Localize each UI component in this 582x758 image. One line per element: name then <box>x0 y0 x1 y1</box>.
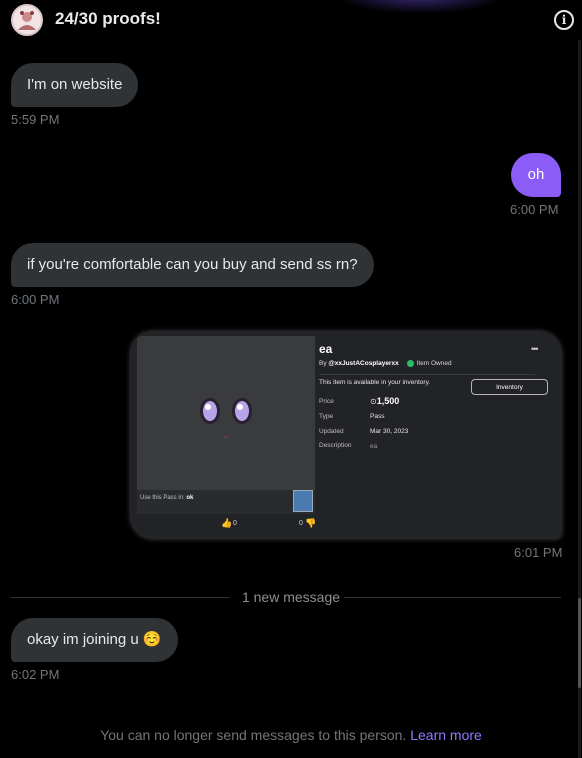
message-timestamp: 6:00 PM <box>510 202 559 217</box>
avatar-image <box>13 6 41 34</box>
availability-text: This item is available in your inventory… <box>319 379 431 386</box>
description-value: ea <box>370 443 378 450</box>
avatar[interactable] <box>11 4 43 36</box>
type-value: Pass <box>370 413 385 420</box>
use-pass-bar: Use this Pass in: ok <box>137 490 315 514</box>
downvote-count: 0 <box>299 520 303 527</box>
thumbs-up-icon: 👍 <box>221 518 233 528</box>
inventory-button: Inventory <box>471 379 548 395</box>
message-timestamp: 6:02 PM <box>11 667 60 682</box>
game-thumbnail <box>293 490 313 512</box>
description-label: Description <box>319 442 352 449</box>
separator-line-right <box>344 597 561 598</box>
updated-value: Mar 30, 2023 <box>370 428 409 435</box>
message-text: oh <box>527 166 545 183</box>
use-pass-text: Use this Pass in: ok <box>140 495 194 501</box>
message-text: I'm on website <box>27 76 123 93</box>
check-icon <box>406 360 414 367</box>
message-bubble-incoming[interactable]: okay im joining u ☺️ <box>11 618 178 662</box>
conversation-header: 24/30 proofs! i <box>0 0 582 40</box>
scrollbar-thumb[interactable] <box>578 598 581 688</box>
image-attachment[interactable]: Use this Pass in: ok 👍 0 0 👎 ea ••• By @… <box>131 332 561 538</box>
item-name: ea <box>319 342 333 356</box>
info-icon[interactable]: i <box>554 10 574 30</box>
item-details: ea ••• By @xxJustACosplayerxx Item Owned… <box>319 336 555 526</box>
messaging-disabled-notice: You can no longer send messages to this … <box>100 727 482 743</box>
creator-line: By @xxJustACosplayerxx Item Owned <box>319 360 452 368</box>
message-timestamp: 6:01 PM <box>514 545 563 560</box>
message-bubble-incoming[interactable]: if you're comfortable can you buy and se… <box>11 243 374 287</box>
anime-eyes-image <box>200 398 252 439</box>
upvote-count: 0 <box>233 520 237 527</box>
price-value: ⊙1,500 <box>370 396 400 406</box>
ellipsis-icon: ••• <box>531 344 539 354</box>
message-timestamp: 5:59 PM <box>11 112 60 127</box>
thumbs-down-icon: 👎 <box>305 518 317 528</box>
pass-preview-image <box>137 336 315 490</box>
type-label: Type <box>319 413 334 420</box>
updated-label: Updated <box>319 428 344 435</box>
robux-icon: ⊙ <box>370 397 377 406</box>
message-text: okay im joining u ☺️ <box>27 631 162 648</box>
vote-row: 👍 0 0 👎 <box>221 518 316 530</box>
message-bubble-outgoing[interactable]: oh <box>511 153 561 197</box>
divider <box>319 374 535 375</box>
price-label: Price <box>319 398 334 405</box>
learn-more-link[interactable]: Learn more <box>410 727 482 743</box>
message-timestamp: 6:00 PM <box>11 292 60 307</box>
message-bubble-incoming[interactable]: I'm on website <box>11 63 139 107</box>
message-text: if you're comfortable can you buy and se… <box>27 256 358 273</box>
conversation-title: 24/30 proofs! <box>55 9 161 28</box>
